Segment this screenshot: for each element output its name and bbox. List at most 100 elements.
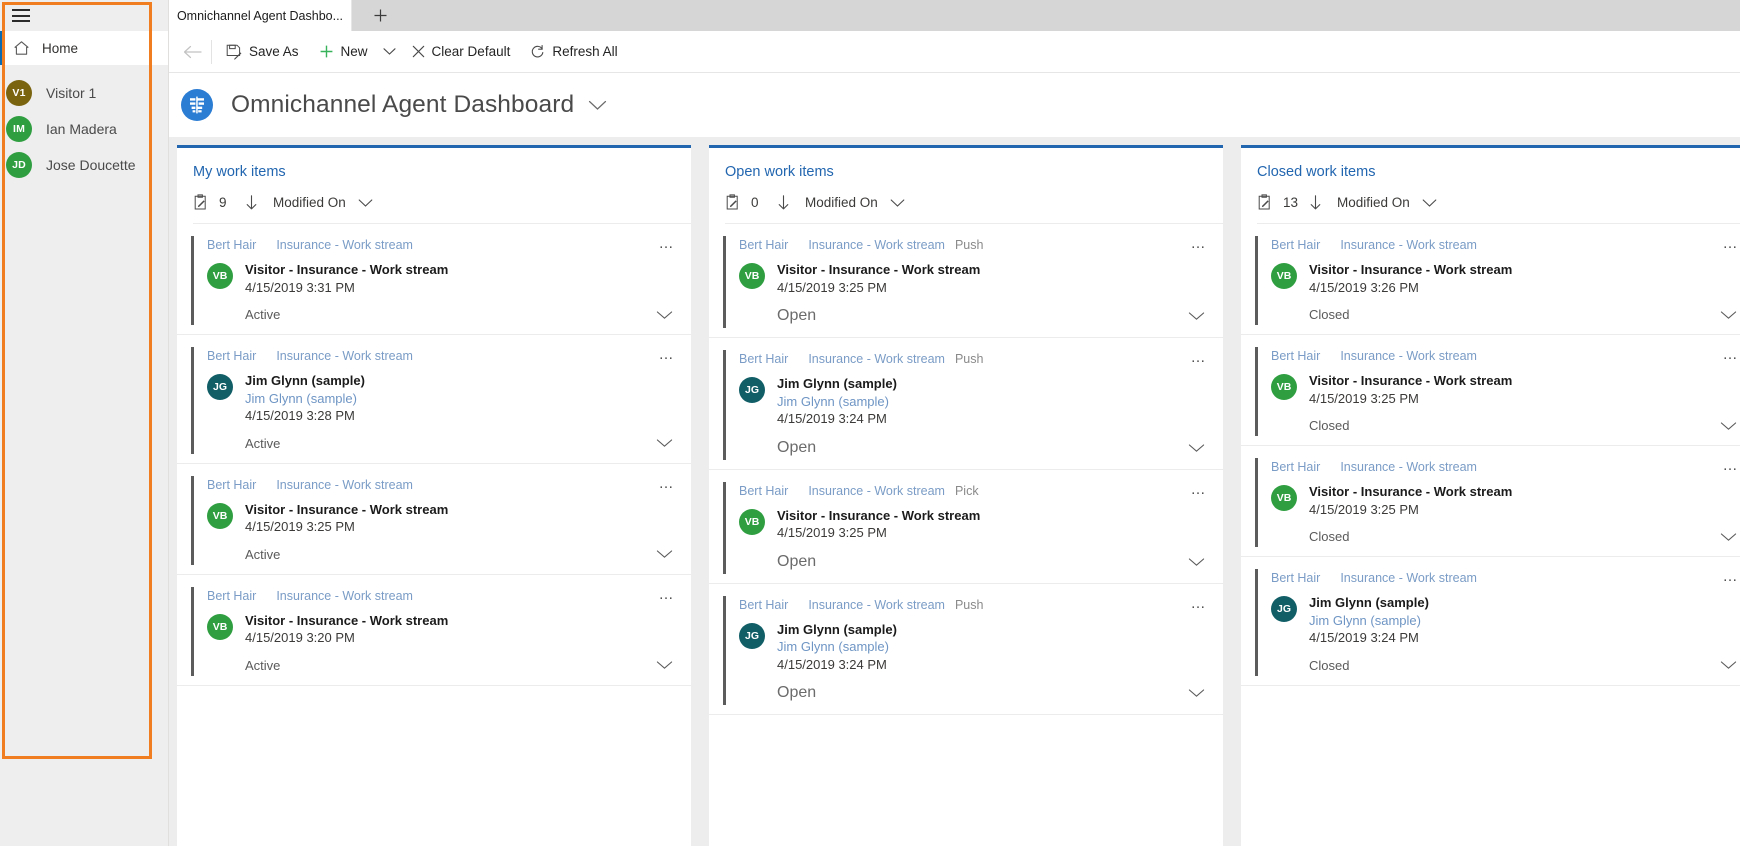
card-more-options-icon[interactable]: … xyxy=(1191,596,1208,611)
new-button[interactable]: New xyxy=(309,36,378,68)
chevron-down-icon[interactable] xyxy=(1188,688,1207,698)
sidebar-item-home[interactable]: Home xyxy=(0,31,168,65)
card-customer[interactable]: Bert Hair xyxy=(207,349,256,363)
card-customer[interactable]: Bert Hair xyxy=(1271,571,1320,585)
sidebar-item-visitor-1[interactable]: V1 Visitor 1 xyxy=(0,75,168,111)
card-customer[interactable]: Bert Hair xyxy=(1271,460,1320,474)
card-subtitle[interactable]: Jim Glynn (sample) xyxy=(1309,612,1429,630)
card-more-options-icon[interactable]: … xyxy=(1191,482,1208,497)
work-item-card[interactable]: … Bert Hair Insurance - Work stream VB V… xyxy=(1241,446,1740,558)
card-more-options-icon[interactable]: … xyxy=(1723,347,1740,362)
card-stream[interactable]: Insurance - Work stream xyxy=(276,478,413,492)
sidebar-item-jose-doucette[interactable]: JD Jose Doucette xyxy=(0,147,168,183)
chevron-down-icon[interactable] xyxy=(1188,311,1207,321)
card-customer[interactable]: Bert Hair xyxy=(207,238,256,252)
plus-icon[interactable] xyxy=(364,0,396,31)
card-footer: Closed xyxy=(1257,418,1739,433)
chevron-down-icon[interactable] xyxy=(378,36,402,68)
arrow-down-icon[interactable] xyxy=(241,195,261,210)
work-item-card[interactable]: … Bert Hair Insurance - Work stream Pick… xyxy=(709,470,1223,584)
card-customer[interactable]: Bert Hair xyxy=(739,484,788,498)
card-customer[interactable]: Bert Hair xyxy=(739,352,788,366)
work-item-card[interactable]: … Bert Hair Insurance - Work stream VB V… xyxy=(177,464,691,575)
chevron-down-icon[interactable] xyxy=(656,660,675,670)
chevron-down-icon[interactable] xyxy=(1720,421,1739,431)
card-header: Bert Hair Insurance - Work stream xyxy=(193,589,675,603)
chevron-down-icon[interactable] xyxy=(656,438,675,448)
work-item-card[interactable]: … Bert Hair Insurance - Work stream VB V… xyxy=(177,575,691,686)
card-more-options-icon[interactable]: … xyxy=(659,476,676,491)
card-stream[interactable]: Insurance - Work stream xyxy=(808,238,945,252)
chevron-down-icon[interactable] xyxy=(1188,557,1207,567)
card-stream[interactable]: Insurance - Work stream xyxy=(1340,349,1477,363)
chevron-down-icon[interactable] xyxy=(1720,310,1739,320)
card-more-options-icon[interactable]: … xyxy=(659,236,676,251)
chevron-down-icon[interactable] xyxy=(890,198,905,208)
arrow-down-icon[interactable] xyxy=(773,195,793,210)
stream-sort-label[interactable]: Modified On xyxy=(273,195,346,210)
card-subtitle[interactable]: Jim Glynn (sample) xyxy=(245,390,365,408)
card-stream[interactable]: Insurance - Work stream xyxy=(276,238,413,252)
card-stream[interactable]: Insurance - Work stream xyxy=(1340,571,1477,585)
card-stream[interactable]: Insurance - Work stream xyxy=(808,484,945,498)
card-customer[interactable]: Bert Hair xyxy=(739,238,788,252)
chevron-down-icon[interactable] xyxy=(1720,532,1739,542)
chevron-down-icon[interactable] xyxy=(1422,198,1437,208)
work-item-card[interactable]: … Bert Hair Insurance - Work stream Push… xyxy=(709,338,1223,470)
back-arrow-icon[interactable] xyxy=(175,36,209,68)
stream-sort-label[interactable]: Modified On xyxy=(805,195,878,210)
work-item-card[interactable]: … Bert Hair Insurance - Work stream JG J… xyxy=(1241,557,1740,686)
card-stream[interactable]: Insurance - Work stream xyxy=(276,349,413,363)
arrow-down-icon[interactable] xyxy=(1305,195,1325,210)
card-more-options-icon[interactable]: … xyxy=(659,587,676,602)
card-customer[interactable]: Bert Hair xyxy=(207,478,256,492)
card-subtitle[interactable]: Jim Glynn (sample) xyxy=(777,393,897,411)
chevron-down-icon[interactable] xyxy=(358,198,373,208)
card-more-options-icon[interactable]: … xyxy=(1723,569,1740,584)
status-badge: Active xyxy=(245,546,281,562)
card-lines: Visitor - Insurance - Work stream 4/15/2… xyxy=(1309,483,1512,518)
work-item-card[interactable]: … Bert Hair Insurance - Work stream Push… xyxy=(709,584,1223,716)
card-stream[interactable]: Insurance - Work stream xyxy=(1340,238,1477,252)
card-customer[interactable]: Bert Hair xyxy=(1271,238,1320,252)
card-customer[interactable]: Bert Hair xyxy=(207,589,256,603)
card-stream[interactable]: Insurance - Work stream xyxy=(276,589,413,603)
chevron-down-icon[interactable] xyxy=(656,549,675,559)
card-more-options-icon[interactable]: … xyxy=(1191,350,1208,365)
avatar: VB xyxy=(1271,485,1297,512)
clipboard-icon xyxy=(193,194,215,211)
person-name: Jose Doucette xyxy=(46,157,136,173)
new-label: New xyxy=(340,44,368,59)
work-item-card[interactable]: … Bert Hair Insurance - Work stream VB V… xyxy=(1241,224,1740,336)
hamburger-menu-icon[interactable] xyxy=(12,9,30,22)
refresh-all-button[interactable]: Refresh All xyxy=(520,36,627,68)
stream-title[interactable]: Open work items xyxy=(725,164,1223,180)
avatar: JG xyxy=(1271,596,1297,623)
sidebar-item-ian-madera[interactable]: IM Ian Madera xyxy=(0,111,168,147)
stream-sort-label[interactable]: Modified On xyxy=(1337,195,1410,210)
stream-title[interactable]: My work items xyxy=(193,164,691,180)
card-customer[interactable]: Bert Hair xyxy=(739,598,788,612)
card-stream[interactable]: Insurance - Work stream xyxy=(808,352,945,366)
work-item-card[interactable]: … Bert Hair Insurance - Work stream JG J… xyxy=(177,335,691,464)
stream-title[interactable]: Closed work items xyxy=(1257,164,1740,180)
card-more-options-icon[interactable]: … xyxy=(1723,458,1740,473)
work-item-card[interactable]: … Bert Hair Insurance - Work stream VB V… xyxy=(177,224,691,336)
card-subtitle[interactable]: Jim Glynn (sample) xyxy=(777,638,897,656)
chevron-down-icon[interactable] xyxy=(656,310,675,320)
card-more-options-icon[interactable]: … xyxy=(659,347,676,362)
save-as-button[interactable]: Save As xyxy=(216,36,309,68)
chevron-down-icon[interactable] xyxy=(1720,660,1739,670)
card-more-options-icon[interactable]: … xyxy=(1191,236,1208,251)
work-item-card[interactable]: … Bert Hair Insurance - Work stream Push… xyxy=(709,224,1223,339)
tab-omnichannel-agent-dashboard[interactable]: Omnichannel Agent Dashbo... xyxy=(169,0,352,31)
clear-default-button[interactable]: Clear Default xyxy=(402,36,521,68)
chevron-down-icon[interactable] xyxy=(588,99,607,111)
card-stream[interactable]: Insurance - Work stream xyxy=(808,598,945,612)
stream-count: 9 xyxy=(219,195,227,210)
card-more-options-icon[interactable]: … xyxy=(1723,236,1740,251)
chevron-down-icon[interactable] xyxy=(1188,443,1207,453)
card-stream[interactable]: Insurance - Work stream xyxy=(1340,460,1477,474)
card-customer[interactable]: Bert Hair xyxy=(1271,349,1320,363)
work-item-card[interactable]: … Bert Hair Insurance - Work stream VB V… xyxy=(1241,335,1740,447)
